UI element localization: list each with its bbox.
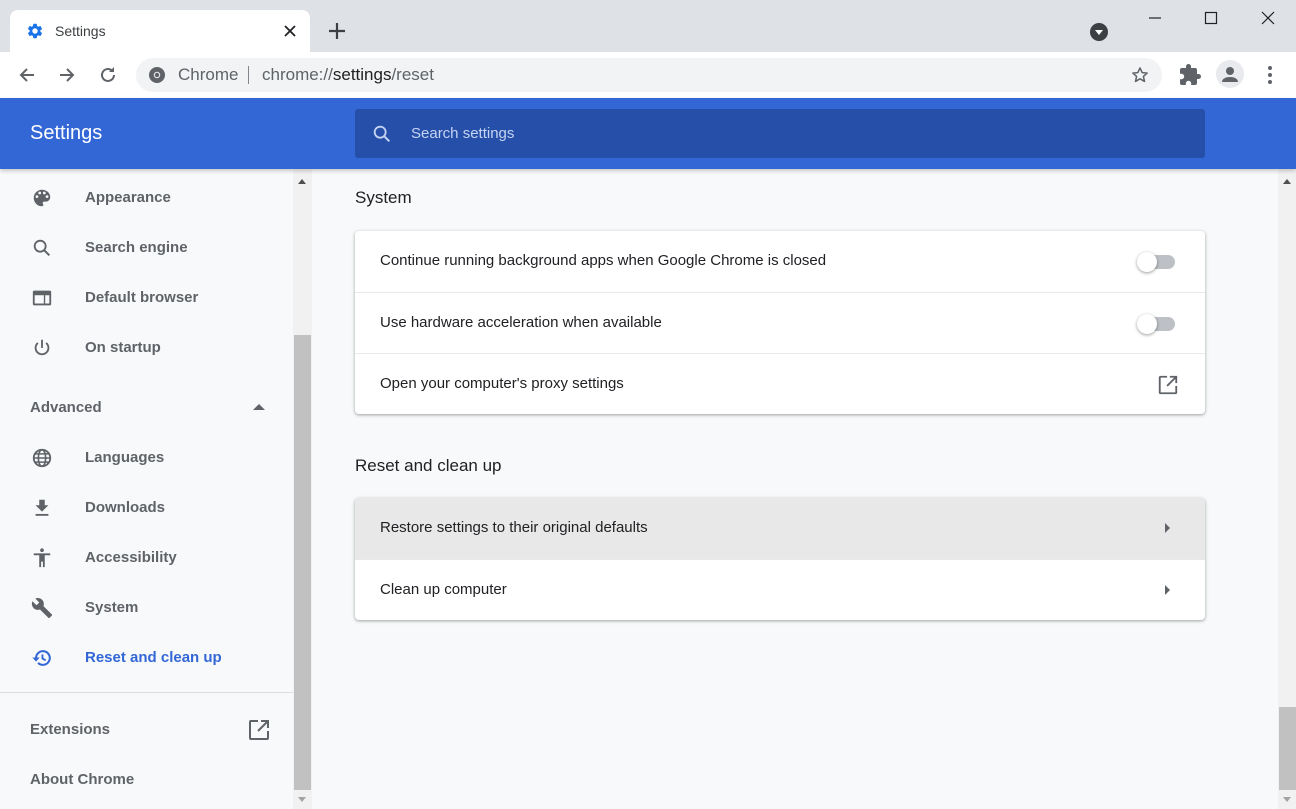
gear-icon xyxy=(27,23,43,39)
setting-label: Use hardware acceleration when available xyxy=(380,314,662,331)
external-link-icon[interactable] xyxy=(1157,374,1179,396)
restore-history-icon xyxy=(32,650,51,666)
toolbar: Chrome chrome://settings/reset xyxy=(0,52,1296,98)
more-menu-icon[interactable] xyxy=(1258,63,1282,87)
new-tab-icon[interactable] xyxy=(326,20,348,42)
sidebar-scrollbar[interactable] xyxy=(293,169,312,809)
extensions-puzzle-icon[interactable] xyxy=(1178,63,1202,87)
sidebar-item-label: Appearance xyxy=(85,189,171,206)
power-icon xyxy=(34,339,50,356)
sidebar-item-extensions[interactable]: Extensions xyxy=(0,705,293,755)
person-icon xyxy=(1222,67,1238,82)
setting-row-clean-up-computer[interactable]: Clean up computer xyxy=(355,559,1205,620)
tab-search-icon[interactable] xyxy=(1089,22,1109,42)
tab-settings[interactable]: Settings xyxy=(10,10,310,52)
scroll-up-arrow-icon[interactable] xyxy=(298,179,306,184)
url-prefix: chrome:// xyxy=(262,65,333,84)
url-host: settings xyxy=(332,65,392,84)
sidebar-item-label: Downloads xyxy=(85,499,166,516)
accessibility-icon xyxy=(33,548,51,568)
sidebar-item-system[interactable]: System xyxy=(0,583,293,633)
site-origin: Chrome xyxy=(178,65,239,84)
scroll-up-arrow-icon[interactable] xyxy=(1283,179,1291,184)
tab-title: Settings xyxy=(55,23,106,39)
globe-icon xyxy=(32,448,52,468)
sidebar: Appearance Search engine Default browser… xyxy=(0,169,293,809)
settings-header: Settings xyxy=(0,98,1296,169)
sidebar-item-accessibility[interactable]: Accessibility xyxy=(0,533,293,583)
minimize-icon[interactable] xyxy=(1145,8,1165,28)
setting-row-restore-defaults[interactable]: Restore settings to their original defau… xyxy=(355,498,1205,559)
profile-avatar[interactable] xyxy=(1216,60,1244,88)
search-settings-box[interactable] xyxy=(355,109,1205,158)
forward-icon[interactable] xyxy=(56,64,78,86)
setting-row-background-apps[interactable]: Continue running background apps when Go… xyxy=(355,231,1205,292)
caret-up-icon xyxy=(253,404,265,410)
sidebar-item-label: On startup xyxy=(85,339,161,356)
download-icon xyxy=(35,499,49,516)
sidebar-item-appearance[interactable]: Appearance xyxy=(0,173,293,223)
settings-title: Settings xyxy=(30,122,103,144)
advanced-section-toggle[interactable]: Advanced xyxy=(0,383,293,433)
setting-label: Clean up computer xyxy=(380,581,507,598)
setting-label: Open your computer's proxy settings xyxy=(380,375,624,392)
origin-separator xyxy=(248,66,249,84)
sidebar-item-label: About Chrome xyxy=(30,771,135,788)
main-scroll-thumb[interactable] xyxy=(1279,707,1296,790)
reload-icon[interactable] xyxy=(97,64,119,86)
sidebar-item-about-chrome[interactable]: About Chrome xyxy=(0,755,293,805)
search-settings-input[interactable] xyxy=(411,121,1171,145)
address-bar[interactable]: Chrome chrome://settings/reset xyxy=(136,58,1162,92)
sidebar-item-label: System xyxy=(85,599,139,616)
maximize-icon[interactable] xyxy=(1201,8,1221,28)
chrome-logo-icon xyxy=(149,67,165,83)
wrench-icon xyxy=(31,598,53,619)
reset-card: Restore settings to their original defau… xyxy=(355,498,1205,620)
reset-section-title: Reset and clean up xyxy=(355,456,502,475)
arrow-right-icon xyxy=(1165,585,1170,595)
tab-strip: Settings xyxy=(0,0,1296,52)
sidebar-item-label: Languages xyxy=(85,449,165,466)
sidebar-item-languages[interactable]: Languages xyxy=(0,433,293,483)
system-section-title: System xyxy=(355,188,412,207)
sidebar-item-search-engine[interactable]: Search engine xyxy=(0,223,293,273)
sidebar-item-label: Accessibility xyxy=(85,549,177,566)
bookmark-star-icon[interactable] xyxy=(1130,65,1150,85)
arrow-right-icon xyxy=(1165,523,1170,533)
sidebar-item-reset-and-clean-up[interactable]: Reset and clean up xyxy=(0,633,293,683)
sidebar-item-downloads[interactable]: Downloads xyxy=(0,483,293,533)
setting-row-proxy-settings[interactable]: Open your computer's proxy settings xyxy=(355,353,1205,414)
hardware-acceleration-toggle[interactable] xyxy=(1137,314,1177,334)
back-icon[interactable] xyxy=(16,64,38,86)
sidebar-item-label: Default browser xyxy=(85,289,199,306)
sidebar-item-label: Search engine xyxy=(85,239,188,256)
url-path: /reset xyxy=(391,65,434,84)
setting-label: Continue running background apps when Go… xyxy=(380,252,827,269)
browser-window-icon xyxy=(32,290,52,306)
url-text: chrome://settings/reset xyxy=(262,65,434,85)
system-card: Continue running background apps when Go… xyxy=(355,231,1205,414)
main-scrollbar[interactable] xyxy=(1278,169,1296,809)
sidebar-item-label: Extensions xyxy=(30,721,111,738)
setting-row-hardware-acceleration[interactable]: Use hardware acceleration when available xyxy=(355,292,1205,353)
external-link-icon xyxy=(249,720,269,740)
sidebar-scroll-thumb[interactable] xyxy=(294,335,311,790)
scroll-down-arrow-icon[interactable] xyxy=(298,797,306,802)
search-icon xyxy=(373,125,391,143)
setting-label: Restore settings to their original defau… xyxy=(380,519,648,536)
sidebar-divider xyxy=(0,692,293,693)
close-window-icon[interactable] xyxy=(1258,8,1278,28)
palette-icon xyxy=(33,189,51,207)
scroll-down-arrow-icon[interactable] xyxy=(1283,797,1291,802)
sidebar-item-default-browser[interactable]: Default browser xyxy=(0,273,293,323)
sidebar-item-on-startup[interactable]: On startup xyxy=(0,323,293,373)
background-apps-toggle[interactable] xyxy=(1137,252,1177,272)
close-tab-icon[interactable] xyxy=(280,21,300,41)
sidebar-item-label: Reset and clean up xyxy=(85,649,222,666)
advanced-label: Advanced xyxy=(30,399,102,416)
search-icon xyxy=(33,239,51,257)
